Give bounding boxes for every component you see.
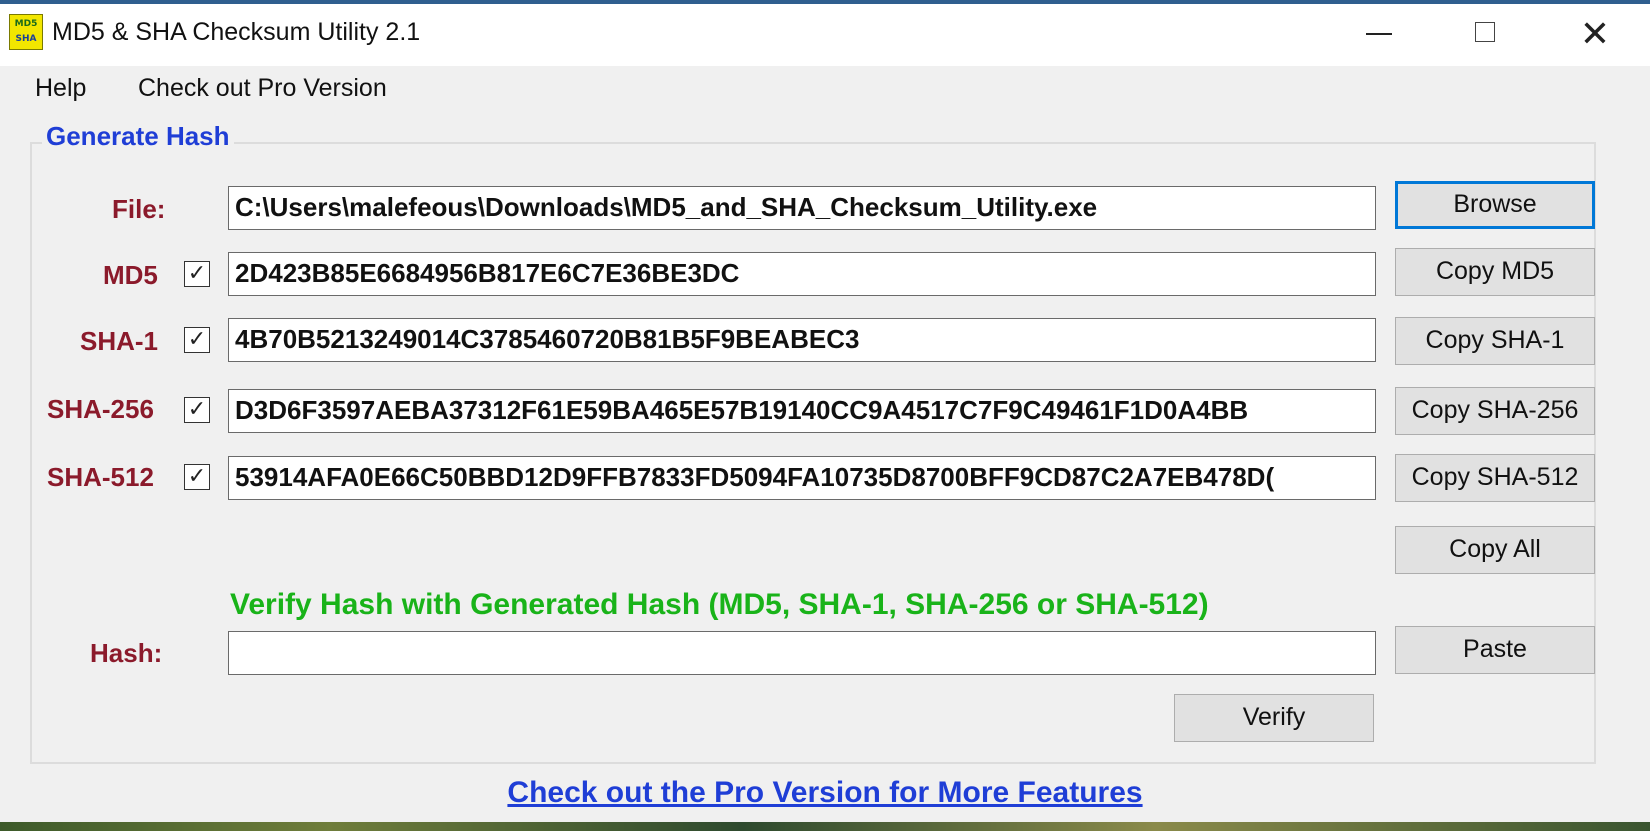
verify-hash-heading: Verify Hash with Generated Hash (MD5, SH… xyxy=(230,588,1209,621)
app-icon-text-top: MD5 xyxy=(14,19,38,29)
file-label: File: xyxy=(112,194,166,224)
title-bar[interactable]: MD5 SHA MD5 & SHA Checksum Utility 2.1 ✕ xyxy=(0,4,1650,66)
menu-check-out-pro[interactable]: Check out Pro Version xyxy=(138,74,387,103)
sha256-hash-field[interactable]: D3D6F3597AEBA37312F61E59BA465E57B19140CC… xyxy=(228,389,1376,433)
copy-all-button[interactable]: Copy All xyxy=(1395,526,1595,574)
close-icon: ✕ xyxy=(1579,14,1611,55)
sha1-label: SHA-1 xyxy=(80,326,159,356)
sha512-checkbox[interactable]: ✓ xyxy=(184,464,210,490)
verify-hash-input[interactable] xyxy=(228,631,1376,675)
generate-hash-title: Generate Hash xyxy=(42,121,234,152)
window-title: MD5 & SHA Checksum Utility 2.1 xyxy=(52,18,421,46)
maximize-button[interactable] xyxy=(1435,4,1535,66)
paste-button[interactable]: Paste xyxy=(1395,626,1595,674)
browse-button[interactable]: Browse xyxy=(1395,181,1595,229)
sha1-checkbox[interactable]: ✓ xyxy=(184,327,210,353)
sha256-checkbox[interactable]: ✓ xyxy=(184,397,210,423)
sha512-label: SHA-512 xyxy=(47,462,154,492)
sha512-hash-field[interactable]: 53914AFA0E66C50BBD12D9FFB7833FD5094FA107… xyxy=(228,456,1376,500)
md5-label: MD5 xyxy=(103,260,158,290)
md5-checkbox[interactable]: ✓ xyxy=(184,261,210,287)
copy-sha512-button[interactable]: Copy SHA-512 xyxy=(1395,454,1595,502)
menu-bar: Help Check out Pro Version xyxy=(0,66,1650,110)
hash-label: Hash: xyxy=(90,638,163,668)
minimize-button[interactable] xyxy=(1330,4,1430,66)
md5-hash-field[interactable]: 2D423B85E6684956B817E6C7E36BE3DC xyxy=(228,252,1376,296)
sha1-hash-field[interactable]: 4B70B5213249014C3785460720B81B5F9BEABEC3 xyxy=(228,318,1376,362)
app-icon-text-bottom: SHA xyxy=(15,34,37,44)
sha256-label: SHA-256 xyxy=(47,394,154,424)
desktop-background-bottom xyxy=(0,822,1650,831)
copy-sha1-button[interactable]: Copy SHA-1 xyxy=(1395,317,1595,365)
verify-button[interactable]: Verify xyxy=(1174,694,1374,742)
close-button[interactable]: ✕ xyxy=(1545,4,1645,66)
app-window: MD5 SHA MD5 & SHA Checksum Utility 2.1 ✕… xyxy=(0,4,1650,822)
copy-sha256-button[interactable]: Copy SHA-256 xyxy=(1395,387,1595,435)
app-icon: MD5 SHA xyxy=(9,14,43,50)
file-path-input[interactable]: C:\Users\malefeous\Downloads\MD5_and_SHA… xyxy=(228,186,1376,230)
pro-version-link[interactable]: Check out the Pro Version for More Featu… xyxy=(0,776,1650,810)
copy-md5-button[interactable]: Copy MD5 xyxy=(1395,248,1595,296)
menu-help[interactable]: Help xyxy=(35,74,86,103)
